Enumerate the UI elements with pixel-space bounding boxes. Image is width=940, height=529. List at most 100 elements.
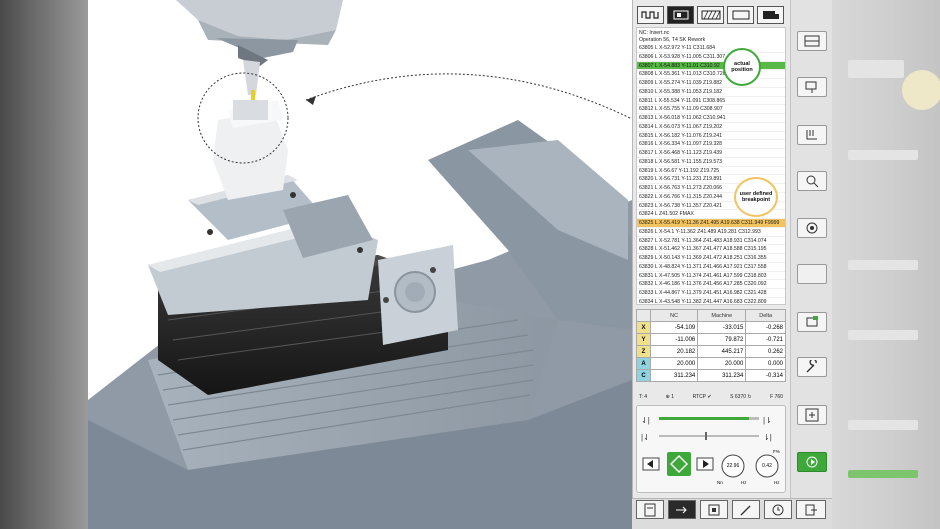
blurred-background-left — [0, 0, 88, 529]
tool-settings-icon — [740, 505, 751, 515]
nc-line[interactable]: 63827 L X-52.781 Y-11.364 Z41.483 A18.93… — [637, 237, 785, 246]
nc-value: 311.234 — [649, 369, 699, 382]
machine-value: 79.872 — [697, 333, 747, 346]
nc-line[interactable]: 63808 L X-55.361 Y-11.013 C310.726 — [637, 70, 785, 79]
axis-position-table: NC Machine Delta X -54.109 -33.015 -0.26… — [636, 309, 786, 382]
nc-line[interactable]: 63830 L X-48.824 Y-11.371 Z41.466 A17.92… — [637, 263, 785, 272]
nc-line[interactable]: 63816 L X-56.334 Y-11.097 Z19.328 — [637, 140, 785, 149]
rtcp-indicator: RTCP ✔ — [693, 394, 712, 400]
service-button[interactable] — [797, 357, 827, 377]
step-forward-button[interactable] — [696, 457, 714, 471]
machine-value: -33.015 — [697, 321, 747, 334]
nc-line-current[interactable]: 63807 L X-54.883 Y-11.01 C310.92 — [637, 61, 785, 71]
actual-position-callout: actual position — [723, 48, 761, 86]
exit-button[interactable] — [796, 500, 826, 519]
spindle-override-slider[interactable]: ⇃| |⇂ — [641, 416, 772, 425]
tool-number: T: 4 — [639, 394, 648, 400]
settings-view-button[interactable] — [757, 6, 784, 24]
wrench-icon — [806, 360, 817, 373]
nc-line[interactable]: 63818 L X-56.581 Y-11.155 Z19.573 — [637, 158, 785, 167]
nc-line[interactable]: 63810 L X-55.388 Y-11.053 Z19.182 — [637, 88, 785, 97]
probe-button[interactable] — [797, 218, 827, 238]
feed-unit-label: Hz — [774, 480, 780, 485]
delta-value: 0.000 — [745, 357, 786, 370]
probe-icon — [806, 222, 818, 234]
measure-button[interactable] — [797, 125, 827, 145]
nc-value: -54.109 — [649, 321, 699, 334]
override-control-box: ⇃| |⇂ |⇃ ⇂| 22.96 0.42 Nn Hz Hz F% — [636, 405, 786, 493]
coolant-button[interactable] — [797, 312, 827, 332]
axis-row: C 311.234 311.234 -0.314 — [636, 369, 786, 382]
nc-line[interactable]: 63833 L X-44.867 Y-11.379 Z41.451 A16.98… — [637, 289, 785, 298]
timer-button[interactable] — [764, 500, 792, 519]
export-button[interactable] — [668, 500, 696, 519]
cycle-start-button[interactable] — [667, 452, 691, 476]
empty-slot-button[interactable] — [797, 264, 827, 284]
comp-icon: ⊕ — [665, 394, 670, 400]
hatch-icon — [701, 10, 720, 20]
tool-settings-button[interactable] — [732, 500, 760, 519]
nc-line[interactable]: 63831 L X-47.505 Y-11.374 Z41.461 A17.59… — [637, 272, 785, 281]
breakpoint-callout: user defined breakpoint — [734, 177, 778, 217]
nc-line[interactable]: 63832 L X-46.186 Y-11.376 Z41.456 A17.28… — [637, 280, 785, 289]
clock-icon — [772, 504, 784, 515]
nc-line[interactable]: 63829 L X-50.143 Y-11.369 Z41.472 A18.25… — [637, 254, 785, 263]
axis-label: Z — [636, 345, 651, 358]
delta-value: 0.262 — [745, 345, 786, 358]
nc-line[interactable]: 63811 L X-55.534 Y-11.091 C308.865 — [637, 97, 785, 106]
delta-col-header: Delta — [745, 309, 786, 322]
axis-row: A 20.000 20.000 0.000 — [636, 357, 786, 370]
axis-label: Y — [636, 333, 651, 346]
nc-line[interactable]: 63805 L X-52.972 Y-11 C311.684 — [637, 44, 785, 53]
tool-change-button[interactable] — [797, 77, 827, 97]
exit-icon — [805, 504, 817, 515]
document-button[interactable] — [636, 500, 664, 519]
nc-line[interactable]: 63834 L X-43.548 Y-11.382 Z41.447 A16.68… — [637, 298, 785, 304]
feed-dial-value: 0.42 — [762, 463, 772, 469]
machine-value: 445.217 — [697, 345, 747, 358]
search-tool-button[interactable] — [797, 171, 827, 191]
blank-view-button[interactable] — [727, 6, 754, 24]
svg-text:⇂|: ⇂| — [763, 433, 772, 442]
machine-value: 311.234 — [697, 369, 747, 382]
jog-button[interactable] — [797, 405, 827, 425]
nc-line[interactable]: 63815 L X-56.182 Y-11.076 Z19.241 — [637, 132, 785, 141]
program-run-button[interactable] — [637, 6, 664, 24]
delta-value: -0.314 — [745, 369, 786, 382]
nc-line[interactable]: 63828 L X-51.462 Y-11.367 Z41.477 A18.58… — [637, 245, 785, 254]
nc-line[interactable]: 63826 L X-54.1 Y-11.362 Z41.489 A19.281 … — [637, 228, 785, 237]
nc-line[interactable]: 63817 L X-56.468 Y-11.123 Z19.439 — [637, 149, 785, 158]
axis-label: C — [636, 369, 651, 382]
spindle-speed: S 6370 ↻ — [730, 394, 751, 400]
rectangle-icon — [732, 10, 749, 20]
comp-value: 1 — [671, 394, 674, 400]
nc-line[interactable]: 63813 L X-56.018 Y-11.062 C310.941 — [637, 114, 785, 123]
nc-line[interactable]: 63814 L X-56.073 Y-11.067 Z19.202 — [637, 123, 785, 132]
nc-line[interactable]: 63809 L X-55.274 Y-11.039 Z19.882 — [637, 79, 785, 88]
speed-unit-label: Hz — [741, 480, 747, 485]
override-controls-graphic: ⇃| |⇂ |⇃ ⇂| — [641, 416, 779, 478]
spindle-value: S 6370 — [730, 394, 747, 400]
pattern-view-button[interactable] — [697, 6, 724, 24]
feed-rate: F 760 — [770, 394, 783, 400]
nc-line-breakpoint[interactable]: 63825 L X-55.419 Y-11.36 Z41.495 A19.638… — [637, 219, 785, 228]
tool-view-button[interactable] — [667, 6, 694, 24]
nc-line[interactable]: 63812 L X-55.755 Y-11.09 C308.907 — [637, 105, 785, 114]
feed-override-slider[interactable]: |⇃ ⇂| — [641, 432, 772, 442]
nc-program-list[interactable]: NC: Insert.nc Operation 56, T4 SK Rework… — [636, 27, 786, 305]
axis-label: X — [636, 321, 651, 334]
power-mode-button[interactable] — [797, 452, 827, 472]
nc-line[interactable]: 63819 L X-56.67 Y-11.192 Z19.725 — [637, 167, 785, 176]
nc-col-header: NC — [649, 309, 699, 322]
nc-line-rows: 63805 L X-52.972 Y-11 C311.684 63806 L X-… — [637, 44, 785, 304]
axis-row: Y -11.006 79.872 -0.721 — [636, 333, 786, 346]
feed-percent-label: F% — [773, 449, 780, 454]
rtcp-label: RTCP — [692, 394, 706, 400]
spindle-rotation-icon: ↻ — [747, 394, 752, 400]
program-button[interactable] — [700, 500, 728, 519]
machine-3d-view[interactable] — [88, 0, 632, 529]
window-split-button[interactable] — [797, 31, 827, 51]
step-back-button[interactable] — [642, 457, 660, 471]
coolant-icon — [806, 316, 818, 327]
nc-line[interactable]: 63806 L X-53.928 Y-11.005 C311.307 — [637, 53, 785, 62]
